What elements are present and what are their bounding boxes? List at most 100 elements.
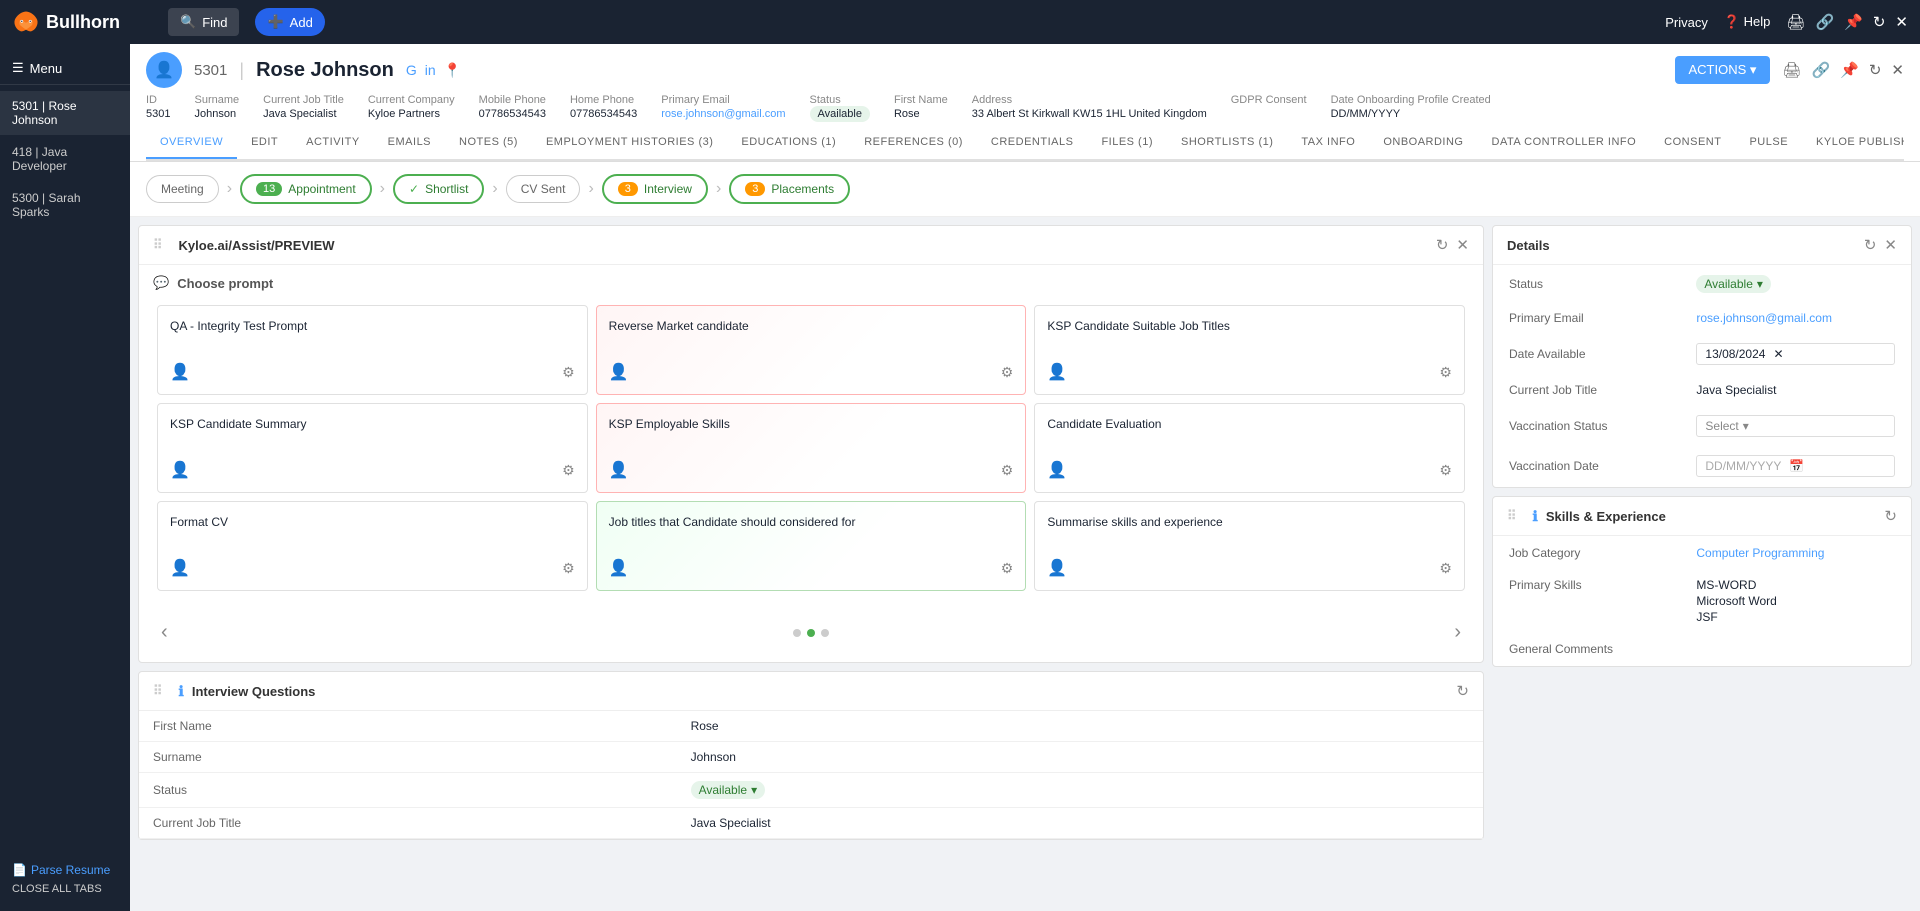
google-link[interactable]: G <box>406 62 417 79</box>
carousel-dot-2[interactable] <box>807 629 815 637</box>
header-pin-icon[interactable]: 📌 <box>1840 61 1859 79</box>
tab-educations[interactable]: EDUCATIONS (1) <box>727 128 850 159</box>
prompt-sliders-icon[interactable]: ⚙ <box>562 462 575 479</box>
carousel-prev-button[interactable]: ‹ <box>153 617 176 648</box>
dropdown-arrow-icon[interactable]: ▾ <box>1757 277 1763 291</box>
linkedin-link[interactable]: in <box>425 62 436 79</box>
date-available-input[interactable]: 13/08/2024 ✕ <box>1696 343 1895 365</box>
prompt-sliders-icon[interactable]: ⚙ <box>1001 364 1014 381</box>
pipeline-meeting[interactable]: Meeting <box>146 175 219 203</box>
kyloe-refresh-icon[interactable]: ↻ <box>1436 236 1449 254</box>
tab-consent[interactable]: CONSENT <box>1650 128 1735 159</box>
prompt-sliders-icon[interactable]: ⚙ <box>1439 364 1452 381</box>
pipeline-interview[interactable]: 3 Interview <box>602 174 708 204</box>
drag-handle-icon[interactable]: ⠿ <box>153 683 163 699</box>
help-link[interactable]: ❓ Help <box>1724 14 1771 30</box>
pipeline-appointment[interactable]: 13 Appointment <box>240 174 372 204</box>
tab-data-controller[interactable]: DATA CONTROLLER INFO <box>1478 128 1651 159</box>
current-job-title-detail-label: Current Job Title <box>1495 375 1680 405</box>
add-button[interactable]: ➕ Add <box>255 8 324 36</box>
header-close-icon[interactable]: ✕ <box>1891 61 1904 79</box>
tab-emails[interactable]: EMAILS <box>374 128 445 159</box>
carousel-dot-3[interactable] <box>821 629 829 637</box>
candidate-name: Rose Johnson <box>256 59 394 82</box>
parse-resume-link[interactable]: 📄 Parse Resume <box>12 863 118 877</box>
prompt-ksp-skills[interactable]: KSP Employable Skills 👤 ⚙ <box>596 403 1027 493</box>
header-link-icon[interactable]: 🔗 <box>1811 61 1830 79</box>
prompt-name: KSP Candidate Suitable Job Titles <box>1047 318 1452 335</box>
tab-shortlists[interactable]: SHORTLISTS (1) <box>1167 128 1287 159</box>
pipeline-placements[interactable]: 3 Placements <box>729 174 850 204</box>
refresh-icon[interactable]: ↻ <box>1873 13 1886 31</box>
close-icon[interactable]: ✕ <box>1895 13 1908 31</box>
skills-refresh-icon[interactable]: ↻ <box>1884 507 1897 525</box>
tab-edit[interactable]: EDIT <box>237 128 292 159</box>
tab-tax-info[interactable]: TAX INFO <box>1287 128 1369 159</box>
prompt-job-titles[interactable]: Job titles that Candidate should conside… <box>596 501 1027 591</box>
surname-label: Surname <box>139 742 677 773</box>
prompt-sliders-icon[interactable]: ⚙ <box>1439 560 1452 577</box>
prompt-sliders-icon[interactable]: ⚙ <box>562 560 575 577</box>
placements-label: Placements <box>771 182 834 196</box>
link-icon[interactable]: 🔗 <box>1815 13 1834 31</box>
prompt-reverse-market[interactable]: Reverse Market candidate 👤 ⚙ <box>596 305 1027 395</box>
prompt-summarise-skills[interactable]: Summarise skills and experience 👤 ⚙ <box>1034 501 1465 591</box>
prompt-qa-integrity[interactable]: QA - Integrity Test Prompt 👤 ⚙ <box>157 305 588 395</box>
print-icon[interactable]: 🖨 <box>1786 13 1805 31</box>
tab-credentials[interactable]: CREDENTIALS <box>977 128 1088 159</box>
prompt-sliders-icon[interactable]: ⚙ <box>1001 462 1014 479</box>
interview-panel-actions: ↻ <box>1456 682 1469 700</box>
status-badge: Available <box>810 106 870 122</box>
tab-activity[interactable]: ACTIVITY <box>292 128 374 159</box>
prompt-format-cv[interactable]: Format CV 👤 ⚙ <box>157 501 588 591</box>
tab-references[interactable]: REFERENCES (0) <box>850 128 977 159</box>
sidebar-item-java-developer[interactable]: 418 | Java Developer <box>0 137 130 181</box>
meta-id: ID 5301 <box>146 94 170 120</box>
pipeline-cv-sent[interactable]: CV Sent <box>506 175 581 203</box>
kyloe-close-icon[interactable]: ✕ <box>1456 236 1469 254</box>
tab-files[interactable]: FILES (1) <box>1087 128 1167 159</box>
drag-handle-icon[interactable]: ⠿ <box>1507 508 1517 524</box>
prompt-sliders-icon[interactable]: ⚙ <box>562 364 575 381</box>
tab-onboarding[interactable]: ONBOARDING <box>1369 128 1477 159</box>
prompt-icons: 👤 ⚙ <box>1047 362 1452 382</box>
prompt-evaluation[interactable]: Candidate Evaluation 👤 ⚙ <box>1034 403 1465 493</box>
clear-date-icon[interactable]: ✕ <box>1773 347 1783 361</box>
location-icon: 📍 <box>444 62 461 79</box>
prompt-ksp-summary[interactable]: KSP Candidate Summary 👤 ⚙ <box>157 403 588 493</box>
primary-email-field-value: rose.johnson@gmail.com <box>1682 303 1909 333</box>
drag-handle-icon[interactable]: ⠿ <box>153 237 163 253</box>
prompt-sliders-icon[interactable]: ⚙ <box>1439 462 1452 479</box>
tab-employment[interactable]: EMPLOYMENT HISTORIES (3) <box>532 128 727 159</box>
tab-overview[interactable]: OVERVIEW <box>146 128 237 159</box>
avatar: 👤 <box>146 52 182 88</box>
carousel-dot-1[interactable] <box>793 629 801 637</box>
menu-toggle[interactable]: ☰ Menu <box>0 52 130 85</box>
privacy-link[interactable]: Privacy <box>1665 15 1708 30</box>
tab-kyloe-publish[interactable]: KYLOE PUBLISH <box>1802 128 1904 159</box>
skills-table: Job Category Computer Programming Primar… <box>1493 536 1911 666</box>
pin-icon[interactable]: 📌 <box>1844 13 1863 31</box>
find-button[interactable]: 🔍 Find <box>168 8 239 36</box>
calendar-icon[interactable]: 📅 <box>1789 459 1804 473</box>
interview-refresh-icon[interactable]: ↻ <box>1456 682 1469 700</box>
pipeline-bar: Meeting › 13 Appointment › ✓ Shortlist ›… <box>130 162 1920 217</box>
sidebar-item-sarah-sparks[interactable]: 5300 | Sarah Sparks <box>0 183 130 227</box>
prompt-sliders-icon[interactable]: ⚙ <box>1001 560 1014 577</box>
tab-notes[interactable]: NOTES (5) <box>445 128 532 159</box>
details-refresh-icon[interactable]: ↻ <box>1864 236 1877 254</box>
actions-button[interactable]: ACTIONS ▾ <box>1675 56 1771 84</box>
hamburger-icon: ☰ <box>12 60 24 76</box>
pipeline-shortlist[interactable]: ✓ Shortlist <box>393 174 484 204</box>
close-all-tabs-button[interactable]: CLOSE ALL TABS <box>12 883 118 895</box>
carousel-next-button[interactable]: › <box>1446 617 1469 648</box>
header-refresh-icon[interactable]: ↻ <box>1869 61 1882 79</box>
sidebar-item-rose-johnson[interactable]: 5301 | Rose Johnson <box>0 91 130 135</box>
vaccination-status-select[interactable]: Select ▾ <box>1696 415 1895 437</box>
tab-pulse[interactable]: PULSE <box>1735 128 1802 159</box>
header-print-icon[interactable]: 🖨 <box>1782 61 1801 79</box>
dropdown-arrow-icon[interactable]: ▾ <box>751 783 757 797</box>
prompt-ksp-suitable-titles[interactable]: KSP Candidate Suitable Job Titles 👤 ⚙ <box>1034 305 1465 395</box>
details-close-icon[interactable]: ✕ <box>1884 236 1897 254</box>
vaccination-date-input[interactable]: DD/MM/YYYY 📅 <box>1696 455 1895 477</box>
